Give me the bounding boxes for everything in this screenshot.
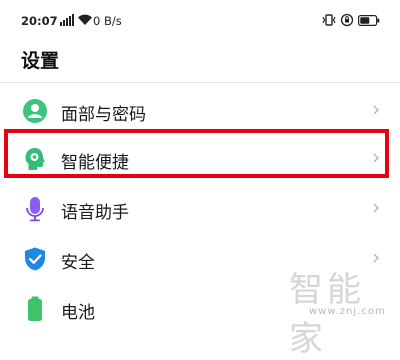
- wifi-icon: [78, 14, 92, 25]
- page-title: 设置: [21, 50, 60, 72]
- network-speed: 0 B/s: [93, 14, 122, 28]
- status-icons: [322, 13, 380, 27]
- chevron-right-icon: [373, 105, 379, 115]
- face-password-icon: [23, 99, 47, 123]
- microphone-icon: [26, 197, 44, 222]
- watermark-url: www.znj.com: [309, 306, 386, 317]
- signal-icon: [60, 14, 74, 26]
- status-bar: 20:07 0 B/s: [0, 0, 400, 40]
- vibrate-icon: [322, 14, 336, 26]
- chevron-right-icon: [373, 203, 379, 213]
- header-divider: [0, 82, 400, 83]
- status-time: 20:07: [21, 14, 58, 28]
- settings-item-voice-assistant[interactable]: 语音助手: [0, 184, 400, 234]
- settings-item-label: 面部与密码: [61, 105, 146, 125]
- shield-icon: [25, 247, 45, 271]
- settings-item-label: 电池: [61, 303, 95, 323]
- settings-item-label: 安全: [61, 253, 95, 273]
- settings-item-label: 语音助手: [61, 203, 129, 223]
- battery-icon: [28, 296, 42, 321]
- battery-icon: [358, 14, 380, 26]
- highlight-box: [4, 129, 389, 178]
- rotation-lock-icon: [340, 13, 354, 27]
